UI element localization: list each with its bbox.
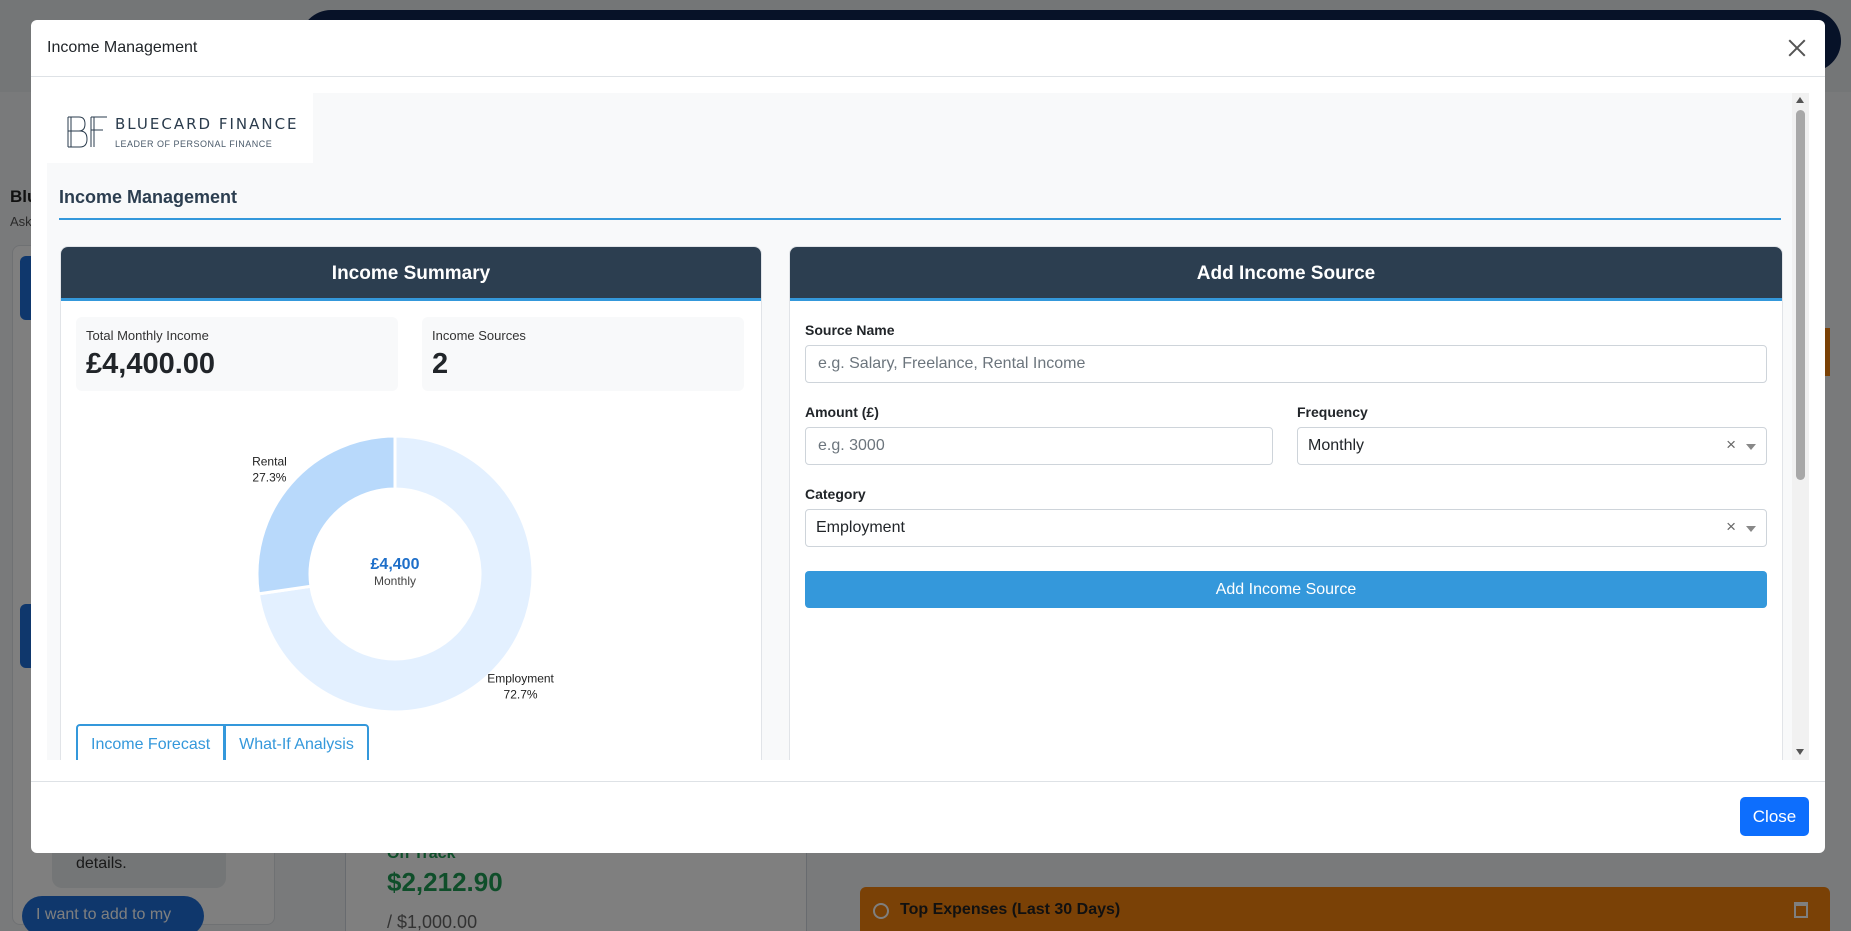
total-monthly-income-label: Total Monthly Income [86,328,209,343]
donut-value-label-employment: 72.7% [504,688,538,702]
chevron-down-icon[interactable] [1746,526,1756,532]
close-icon[interactable] [1785,36,1809,60]
total-monthly-income-value: £4,400.00 [86,348,216,380]
modal-title: Income Management [47,39,198,56]
modal-scrollbar[interactable] [1792,93,1809,760]
logo-name: BLUECARD FINANCE [115,115,299,133]
income-sources-value: 2 [432,348,449,380]
income-management-modal: Income Management BLUECARD FINANCE LEADE… [31,20,1825,853]
donut-label-employment: Employment [487,672,554,686]
scroll-down-icon[interactable] [1796,749,1804,755]
income-sources-stat: Income Sources 2 [422,317,744,391]
section-divider [59,218,1781,220]
logo: BLUECARD FINANCE LEADER OF PERSONAL FINA… [47,93,313,163]
chevron-down-icon[interactable] [1746,444,1756,450]
logo-tagline: LEADER OF PERSONAL FINANCE [115,139,273,149]
income-donut-chart: Employment 72.7% Rental 27.3% £4,400 Monthl… [252,434,555,714]
add-income-source-header: Add Income Source [790,247,1782,301]
frequency-selected-value: Monthly [1308,437,1365,454]
category-selected-value: Employment [816,519,905,536]
tab-income-forecast[interactable]: Income Forecast [76,724,226,760]
add-income-source-button[interactable]: Add Income Source [805,571,1767,608]
income-sources-label: Income Sources [432,328,526,343]
amount-input[interactable]: e.g. 3000 [805,427,1273,465]
income-summary-header: Income Summary [61,247,761,301]
add-income-source-card: Add Income Source Source Name e.g. Salar… [789,246,1783,760]
summary-tabs: Income Forecast What-If Analysis [76,724,369,760]
modal-body[interactable]: BLUECARD FINANCE LEADER OF PERSONAL FINA… [47,93,1809,760]
category-label: Category [805,486,866,502]
source-name-label: Source Name [805,322,895,338]
clear-selection-icon[interactable]: × [1726,517,1736,537]
total-monthly-income-stat: Total Monthly Income £4,400.00 [76,317,398,391]
amount-label: Amount (£) [805,404,879,420]
section-title: Income Management [59,187,238,207]
donut-label-rental: Rental [252,454,287,468]
clear-selection-icon[interactable]: × [1726,435,1736,455]
modal-footer: Close [31,781,1825,853]
scroll-up-icon[interactable] [1796,97,1804,103]
donut-value-label-rental: 27.3% [252,470,286,484]
frequency-select[interactable]: Monthly × [1297,427,1767,465]
category-select[interactable]: Employment × [805,509,1767,547]
donut-center-value: £4,400 [371,556,420,573]
logo-mark-icon [67,116,107,148]
scrollbar-thumb[interactable] [1796,110,1805,480]
income-summary-card: Income Summary Total Monthly Income £4,4… [60,246,762,760]
tab-what-if-analysis[interactable]: What-If Analysis [224,724,369,760]
modal-header: Income Management [31,20,1825,77]
source-name-input[interactable]: e.g. Salary, Freelance, Rental Income [805,345,1767,383]
frequency-label: Frequency [1297,404,1368,420]
donut-center-label: Monthly [374,574,416,588]
close-button[interactable]: Close [1740,797,1809,836]
